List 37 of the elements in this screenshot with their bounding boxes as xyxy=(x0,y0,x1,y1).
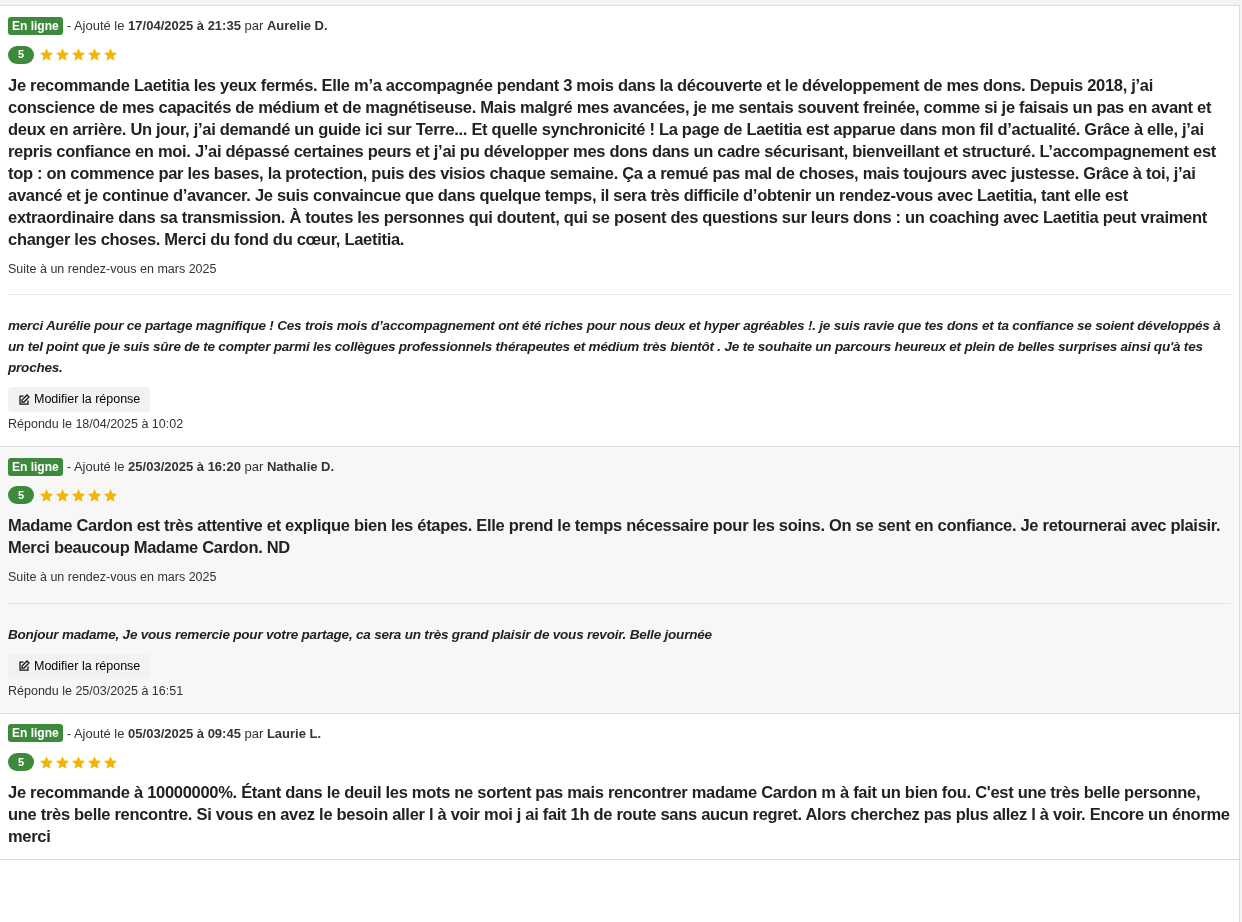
score-badge: 5 xyxy=(8,45,34,64)
star-icon xyxy=(103,47,118,62)
score-badge: 5 xyxy=(8,486,34,505)
reply-date: Répondu le 25/03/2025 à 16:51 xyxy=(8,682,185,700)
star-icon xyxy=(39,487,54,503)
star-icon xyxy=(103,754,118,770)
review-text: Je recommande à 10000000%. Étant dans le deuil les mots ne sortent pas mais rencontrer madame Cardon m à fait un bien fou. C'est une très belle personne, une très belle rencontre. Si vous en avez le besoin aller l à voir moi j ai fait 1h de route sans aucun regret. Alors cherchez pas plus allez l à voir. Encore un énorme merci xyxy=(8,782,1231,847)
review-meta: - Ajouté le 25/03/2025 à 16:20 par Nathalie D. xyxy=(66,457,335,476)
star-icon xyxy=(71,487,86,503)
edit-reply-button[interactable]: Modifier la réponse xyxy=(8,654,151,679)
review-meta: - Ajouté le 05/03/2025 à 09:45 par Laurie L. xyxy=(66,724,322,743)
star-icon xyxy=(55,487,70,503)
status-badge: En ligne xyxy=(8,724,63,743)
status-badge: En ligne xyxy=(8,16,63,35)
status-badge: En ligne xyxy=(8,457,63,476)
star-icon xyxy=(87,487,102,503)
star-icon xyxy=(39,47,54,62)
star-icon xyxy=(87,47,102,62)
reply-date: Répondu le 18/04/2025 à 10:02 xyxy=(8,416,185,433)
review-text: Madame Cardon est très attentive et explique bien les étapes. Elle prend le temps nécessaire pour les soins. On se sent en confiance. Je retournerai avec plaisir. Merci beaucoup Madame Cardon. ND xyxy=(8,515,1222,559)
edit-reply-button[interactable]: Modifier la réponse xyxy=(8,387,151,412)
review-meta: - Ajouté le 17/04/2025 à 21:35 par Aurelie D. xyxy=(66,17,328,35)
star-icon xyxy=(71,754,86,770)
score-badge: 5 xyxy=(8,753,34,771)
star-icon xyxy=(71,47,86,62)
star-icon xyxy=(103,487,118,503)
star-icon xyxy=(55,47,70,62)
edit-icon xyxy=(18,660,30,673)
reply-text: merci Aurélie pour ce partage magnifique ! Ces trois mois d’accompagnement ont été riches pour nous deux et hyper agréables !. je suis ravie que tes dons et ta confiance se soient développés à un tel point que je suis sûre de te compter parmi les collègues professionnels thérapeutes et médium très bientôt . Je te souhaite un parcours heureux et plein de belles surprises ainsi qu'à tes proches. xyxy=(8,317,1222,378)
review-text: Je recommande Laetitia les yeux fermés. Elle m’a accompagnée pendant 3 mois dans la découverte et le développement de mes dons. Depuis 2018, j’ai conscience de mes capacités de médium et de magnétiseuse. Mais malgré mes avancées, je me sentais souvent freinée, comme si je faisais un pas en avant et deux en arrière. Un jour, j’ai demandé un guide ici sur Terre... Et quelle synchronicité ! La page de Laetitia est apparue dans mon fil d’actualité. Grâce à elle, j’ai repris confiance en moi. J’ai dépassé certaines peurs et j’ai pu développer mes dons dans un cadre sécurisant, bienveillant et structuré. L’accompagnement est top : on commence par les bases, la protection, puis des visios chaque semaine. Ça a remué pas mal de choses, mais toujours avec justesse. Grâce à toi, j’ai avancé et je continue d’avancer. Je suis convaincue que dans quelque temps, il sera très difficile d’obtenir un rendez-vous avec Laetitia, tant elle est extraordinaire dans sa transmission. À toutes les personnes qui doutent, qui se posent des questions sur leurs dons : un coaching avec Laetitia peut vraiment changer les choses. Merci du fond du cœur, Laetitia. xyxy=(8,74,1217,250)
edit-icon xyxy=(18,393,30,406)
star-icon xyxy=(87,754,102,770)
review-context: Suite à un rendez-vous en mars 2025 xyxy=(8,260,218,278)
review-context: Suite à un rendez-vous en mars 2025 xyxy=(8,569,218,587)
star-icon xyxy=(55,754,70,770)
star-icon xyxy=(39,754,54,770)
reply-text: Bonjour madame, Je vous remercie pour votre partage, ca sera un très grand plaisir de vous revoir. Belle journée xyxy=(8,626,713,644)
